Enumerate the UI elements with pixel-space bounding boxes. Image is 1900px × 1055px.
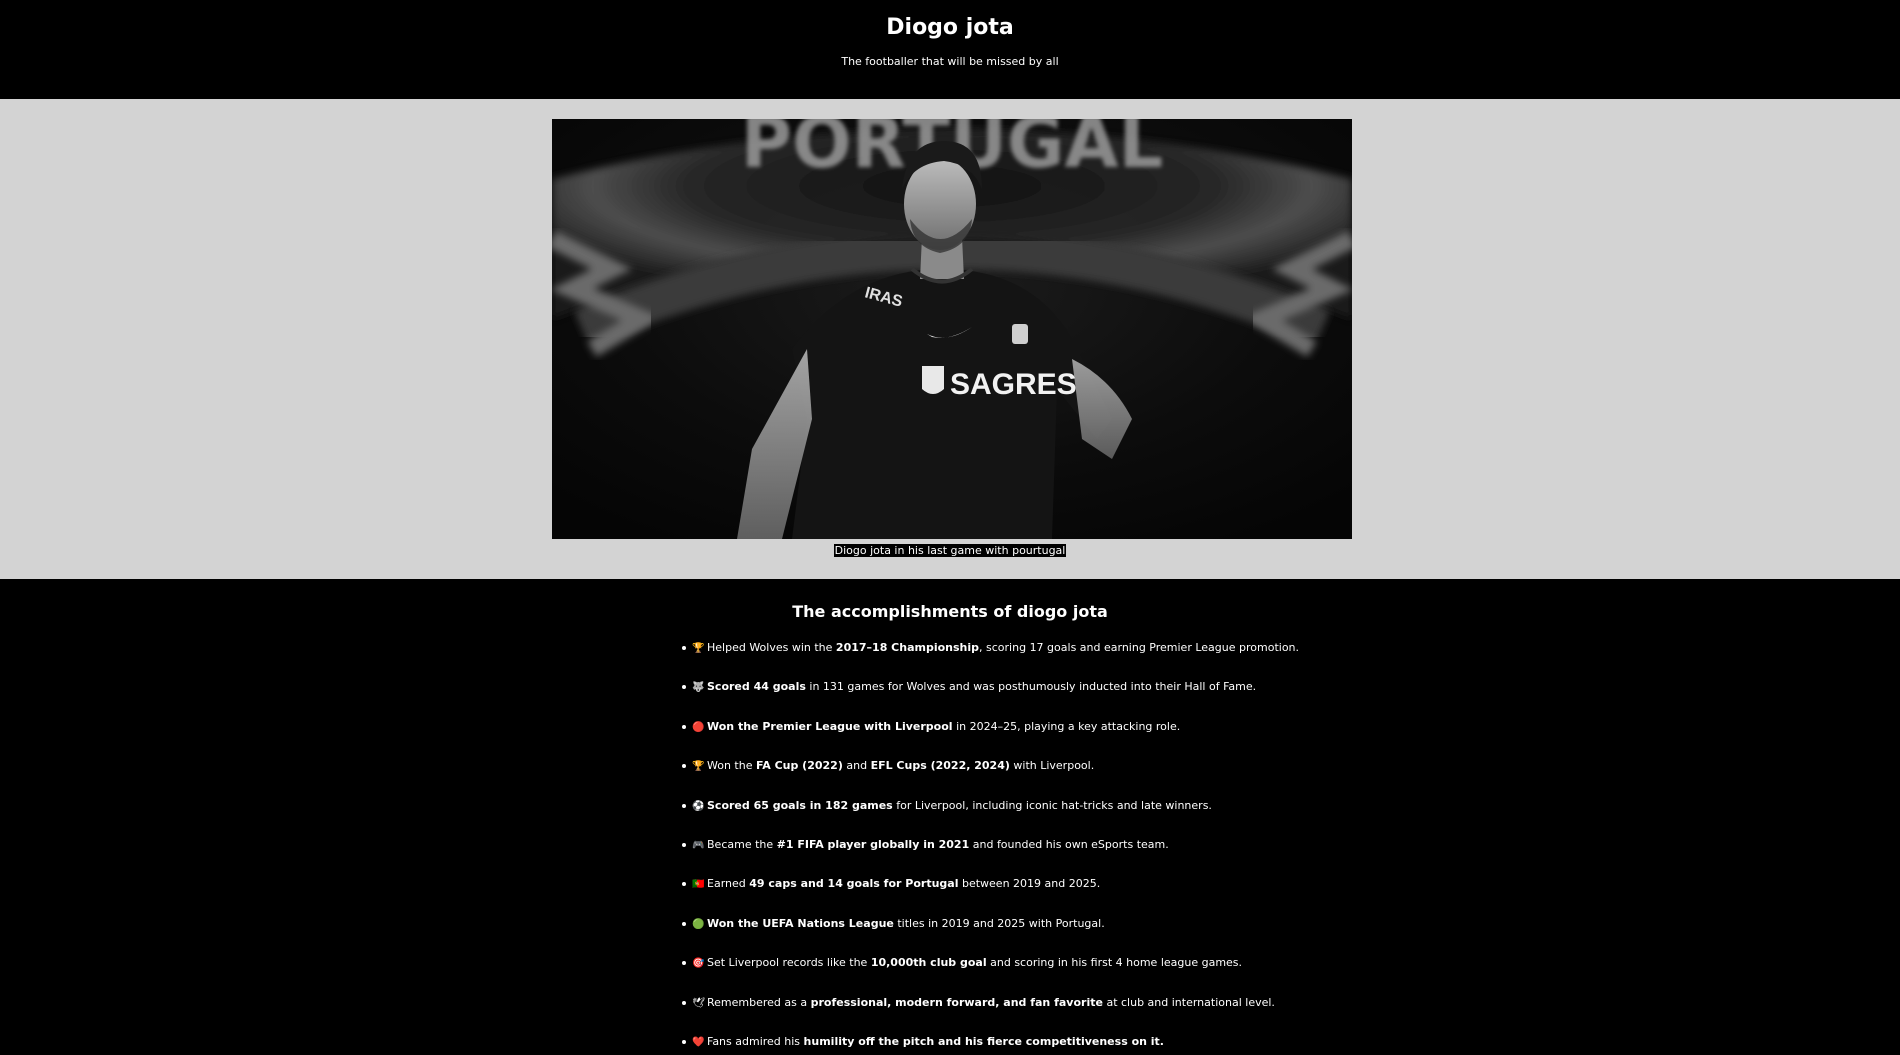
item-text: with Liverpool. [1009,759,1095,773]
item-highlight: 49 caps and 14 goals for Portugal [749,877,959,891]
bullet-dot [682,724,686,729]
item-text: and founded his own eSports team. [969,837,1169,851]
item-text: Became the [707,837,777,851]
bullet-dot [682,921,686,926]
item-text: and [842,759,871,773]
soccer-ball-icon: ⚽ [692,800,705,812]
green-circle-icon: 🟢 [692,918,705,930]
item-highlight: #1 FIFA player globally in 2021 [776,837,970,851]
item-text: for Liverpool, including iconic hat-tric… [892,798,1212,812]
item-highlight: FA Cup (2022) [755,759,843,773]
bullet-dot [682,646,686,650]
bullet-dot [682,685,686,690]
item-highlight: Won the Premier League with Liverpool [707,719,953,733]
page-title: Diogo jota [886,15,1014,40]
list-item: 🇵🇹 Earned 49 caps and 14 goals for Portug… [682,877,1299,916]
bullet-dot [682,882,686,887]
trophy-icon: 🏆 [692,643,705,654]
list-item: 🏆 Helped Wolves win the 2017–18 Champions… [682,641,1299,680]
list-item: ❤️ Fans admired his humility off the pitc… [682,1035,1299,1055]
wolf-icon: 🐺 [692,682,705,694]
item-highlight: humility off the pitch and his fierce co… [803,1034,1164,1048]
bullet-dot [682,764,686,769]
item-text: , scoring 17 goals and earning Premier L… [979,641,1300,654]
red-circle-icon: 🔴 [692,721,705,733]
item-text: between 2019 and 2025. [958,877,1101,891]
bullet-dot [682,1039,686,1044]
item-text: in 131 games for Wolves and was posthumo… [805,680,1257,694]
item-text: and scoring in his first 4 home league g… [986,956,1243,970]
page-header: Diogo jota The footballer that will be m… [0,0,1900,99]
item-text: Remembered as a [707,995,811,1009]
list-item: ⚽ Scored 65 goals in 182 games for Liverp… [682,799,1299,838]
player-photo: PORTUGAL SAGRES IRAS [552,119,1352,539]
item-text: at club and international level. [1102,995,1275,1009]
photo-section: PORTUGAL SAGRES IRAS Diogo jota in his l… [0,99,1900,579]
target-icon: 🎯 [692,958,705,970]
list-item: 🎯 Set Liverpool records like the 10,000th… [682,956,1299,995]
portugal-flag-icon: 🇵🇹 [692,879,705,891]
item-text: Won the [707,759,756,773]
item-text: Helped Wolves win the [707,641,836,654]
item-highlight: Scored 65 goals in 182 games [707,798,893,812]
heart-icon: ❤️ [692,1036,705,1048]
photo-caption: Diogo jota in his last game with pourtug… [0,543,1900,558]
item-highlight: professional, modern forward, and fan fa… [810,995,1103,1009]
item-text: Fans admired his [707,1034,804,1048]
bullet-dot [682,961,686,966]
accomplishments-heading: The accomplishments of diogo jota [792,602,1108,621]
gamepad-icon: 🎮 [692,839,705,851]
item-text: Set Liverpool records like the [707,956,871,970]
jersey-sponsor-text: SAGRES [950,368,1077,401]
list-item: 🟢 Won the UEFA Nations League titles in 2… [682,917,1299,956]
page-subtitle: The footballer that will be missed by al… [841,55,1059,68]
bullet-dot [682,842,686,847]
list-item: 🎮 Became the #1 FIFA player globally in 2… [682,838,1299,877]
list-item: 🔴 Won the Premier League with Liverpool i… [682,720,1299,759]
item-highlight: 10,000th club goal [870,956,987,970]
player-photo-illustration: PORTUGAL SAGRES IRAS [552,119,1352,539]
item-text: Earned [707,877,750,891]
accomplishments-list: 🏆 Helped Wolves win the 2017–18 Champions… [682,641,1299,1055]
trophy-icon: 🏆 [692,761,705,773]
bullet-dot [682,803,686,808]
list-item: 🕊 Remembered as a professional, modern fo… [682,996,1299,1035]
bullet-dot [682,1000,686,1005]
item-text: in 2024–25, playing a key attacking role… [952,719,1181,733]
item-highlight: EFL Cups (2022, 2024) [870,759,1010,773]
item-highlight: Scored 44 goals [707,680,806,694]
item-text: titles in 2019 and 2025 with Portugal. [893,916,1105,930]
list-item: 🐺 Scored 44 goals in 131 games for Wolves… [682,680,1299,719]
item-highlight: 2017–18 Championship [835,641,980,654]
item-highlight: Won the UEFA Nations League [707,916,894,930]
dove-icon: 🕊 [692,997,705,1009]
accomplishments-section: The accomplishments of diogo jota 🏆 Helpe… [0,579,1900,1048]
list-item: 🏆 Won the FA Cup (2022) and EFL Cups (202… [682,759,1299,798]
photo-caption-text: Diogo jota in his last game with pourtug… [833,544,1067,557]
